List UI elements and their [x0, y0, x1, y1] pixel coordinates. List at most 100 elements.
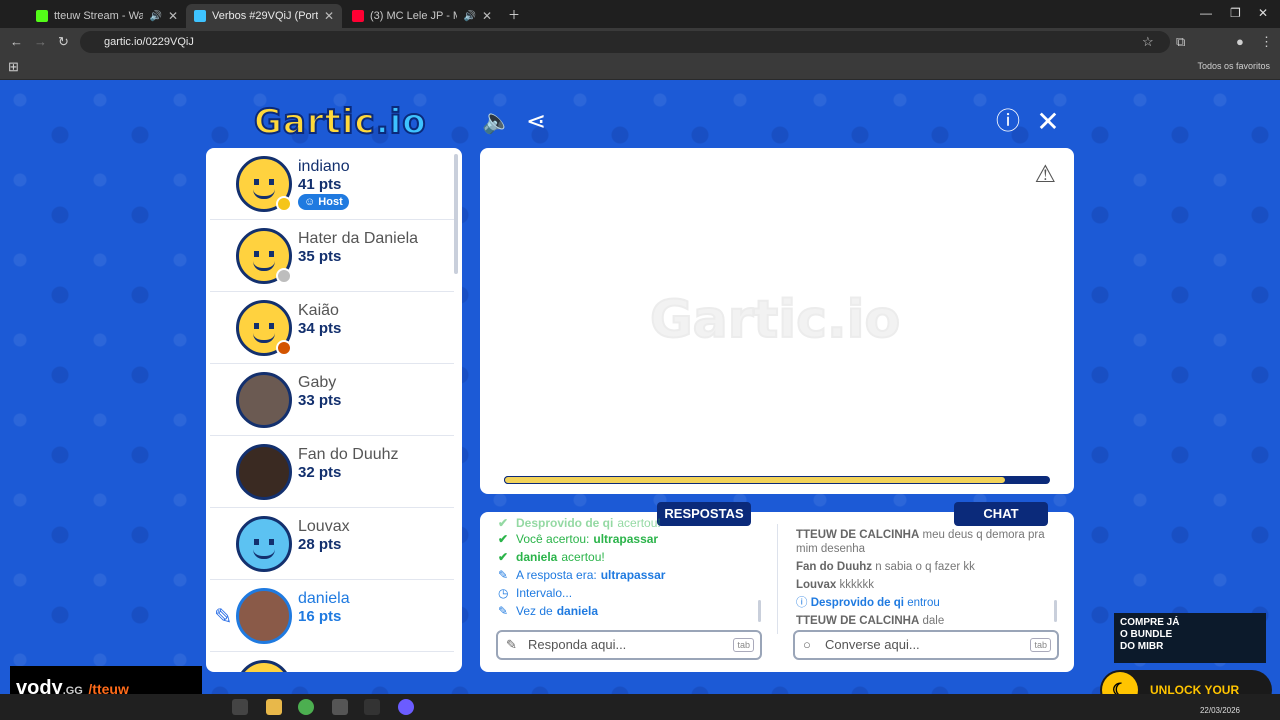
- close-window-icon[interactable]: ✕: [1258, 6, 1268, 20]
- url-field[interactable]: gartic.io/0229VQiJ: [80, 31, 1170, 53]
- answer-line: ✎ A resposta era: ultrapassar: [498, 568, 666, 582]
- player-card: indiano 41 pts ☺ Host: [210, 148, 454, 220]
- status-dot: [276, 196, 292, 212]
- file-explorer-icon[interactable]: [266, 699, 282, 715]
- status-dot: [276, 340, 292, 356]
- forward-icon[interactable]: →: [34, 34, 47, 49]
- reload-icon[interactable]: ↻: [58, 34, 69, 50]
- gartic-favicon-icon: [194, 10, 206, 22]
- players-scrollbar[interactable]: [454, 154, 458, 274]
- chat-scrollbar[interactable]: [1054, 600, 1057, 622]
- answer-line: ✔ daniela acertou!: [498, 550, 605, 564]
- pencil-icon: ✎: [498, 568, 509, 582]
- answer-line: ✔ Você acertou: ultrapassar: [498, 532, 659, 546]
- host-badge: ☺ Host: [298, 194, 349, 210]
- close-tab-icon[interactable]: ✕: [482, 9, 492, 23]
- maximize-icon[interactable]: ❐: [1230, 6, 1241, 20]
- timer-fill: [504, 476, 1007, 484]
- clock-date: 22/03/2026: [1199, 706, 1240, 715]
- player-card: Gaby 33 pts: [210, 364, 454, 436]
- star-icon[interactable]: ☆: [1142, 34, 1154, 50]
- kick-favicon-icon: [36, 10, 48, 22]
- chat-message: Fan do Duuhz n sabia o q fazer kk: [796, 561, 975, 573]
- close-tab-icon[interactable]: ✕: [168, 9, 178, 23]
- chrome-icon[interactable]: [298, 699, 314, 715]
- app-icon[interactable]: [332, 699, 348, 715]
- answers-scrollbar[interactable]: [758, 600, 761, 622]
- chat-bubble-icon: ○: [803, 637, 811, 652]
- player-points: 41 pts: [298, 176, 342, 193]
- avatar: [236, 660, 292, 672]
- back-icon[interactable]: ←: [10, 34, 23, 49]
- player-card: Kaião 34 pts: [210, 292, 454, 364]
- speaker-icon: 🔊: [463, 10, 476, 22]
- player-points: 34 pts: [298, 320, 342, 337]
- player-name: daniela: [298, 590, 350, 607]
- panel-divider: [777, 524, 778, 634]
- app-icon[interactable]: [398, 699, 414, 715]
- bookmarks-bar: ⊞ Todos os favoritos: [0, 56, 1280, 80]
- check-icon: ✔: [498, 550, 509, 564]
- all-bookmarks[interactable]: Todos os favoritos: [1197, 61, 1270, 71]
- answer-line: ✎ Vez de daniela: [498, 604, 599, 616]
- sound-icon[interactable]: 🔈: [482, 108, 512, 136]
- share-icon[interactable]: ⋖: [522, 108, 550, 136]
- player-name: Kaião: [298, 302, 339, 319]
- players-list: indiano 41 pts ☺ Host Hater da Daniela 3…: [206, 148, 462, 672]
- gartic-logo: Gartic.io: [253, 101, 427, 143]
- taskbar: 22/03/2026: [0, 694, 1280, 720]
- round-timer: [504, 476, 1050, 484]
- canvas-watermark: Gartic.io: [649, 289, 901, 351]
- game-page: Gartic.io 🔈 ⋖ ⓘ ✕ indiano 41 pts ☺ Host …: [0, 80, 1280, 694]
- browser-tab[interactable]: (3) MC Lele JP - MC's Lele 🔊 ✕: [344, 4, 500, 28]
- mibr-ad[interactable]: COMPRE JÁ O BUNDLE DO MIBR: [1114, 613, 1266, 663]
- extensions-icon[interactable]: ⧉: [1176, 34, 1185, 50]
- address-bar: ← → ↻ gartic.io/0229VQiJ ☆ ⧉ ● ⋮: [0, 28, 1280, 56]
- chat-message: TTEUW DE CALCINHA dale: [796, 615, 945, 624]
- answer-line: ✔ Desprovido de qi acertou!: [498, 516, 661, 530]
- check-icon: ✔: [498, 532, 509, 546]
- report-warning-icon[interactable]: ⚠: [1034, 160, 1056, 189]
- answer-line: ◷ Intervalo...: [498, 586, 573, 600]
- menu-icon[interactable]: ⋮: [1260, 34, 1273, 50]
- answers-chat-panel: RESPOSTAS CHAT ✔ Desprovido de qi acertou…: [480, 502, 1074, 672]
- pencil-icon: ✎: [506, 637, 517, 652]
- speaker-icon: 🔊: [149, 10, 162, 22]
- browser-tab-active[interactable]: Verbos #29VQiJ (Português) - G ✕: [186, 4, 342, 28]
- player-points: 35 pts: [298, 248, 342, 265]
- minimize-icon[interactable]: —: [1200, 6, 1212, 20]
- player-points: 32 pts: [298, 464, 342, 481]
- avatar: [236, 444, 292, 500]
- browser-tab[interactable]: tteuw Stream - Watch Live 🔊 ✕: [28, 4, 186, 28]
- player-name: Fan do Duuhz: [298, 446, 399, 463]
- chat-input[interactable]: ○ Converse aqui... tab: [793, 630, 1059, 660]
- answers-list: ✔ Desprovido de qi acertou! ✔ Você acertou…: [498, 516, 760, 616]
- player-name: Hater da Daniela: [298, 230, 419, 247]
- status-dot: [276, 268, 292, 284]
- new-tab-icon[interactable]: ＋: [508, 6, 520, 23]
- answer-input[interactable]: ✎ Responda aqui... tab: [496, 630, 762, 660]
- player-card: Fan do Duuhz 32 pts: [210, 436, 454, 508]
- drawing-canvas[interactable]: ⚠ Gartic.io: [480, 148, 1074, 494]
- info-icon[interactable]: ⓘ: [994, 108, 1022, 136]
- player-name: Gaby: [298, 374, 337, 391]
- close-icon[interactable]: ✕: [1034, 108, 1062, 136]
- player-name: Louvax: [298, 518, 350, 535]
- drawing-pencil-icon: ✎: [214, 604, 233, 629]
- player-card: ✎ daniela 16 pts: [210, 580, 454, 652]
- youtube-favicon-icon: [352, 10, 364, 22]
- player-points: 16 pts: [298, 608, 342, 625]
- app-icon[interactable]: [364, 699, 380, 715]
- player-card: Louvax 28 pts: [210, 508, 454, 580]
- apps-icon[interactable]: ⊞: [8, 59, 19, 75]
- player-card: [210, 652, 454, 672]
- pencil-icon: ✎: [498, 604, 509, 616]
- info-icon: ⓘ: [796, 597, 811, 609]
- avatar: [236, 372, 292, 428]
- task-view-icon[interactable]: [232, 699, 248, 715]
- browser-tab-bar: tteuw Stream - Watch Live 🔊 ✕ Verbos #29…: [0, 0, 1280, 28]
- player-name: indiano: [298, 158, 350, 175]
- close-tab-icon[interactable]: ✕: [324, 9, 334, 23]
- profile-icon[interactable]: ●: [1236, 34, 1244, 49]
- chat-system-message: ⓘ Desprovido de qi entrou: [796, 597, 940, 609]
